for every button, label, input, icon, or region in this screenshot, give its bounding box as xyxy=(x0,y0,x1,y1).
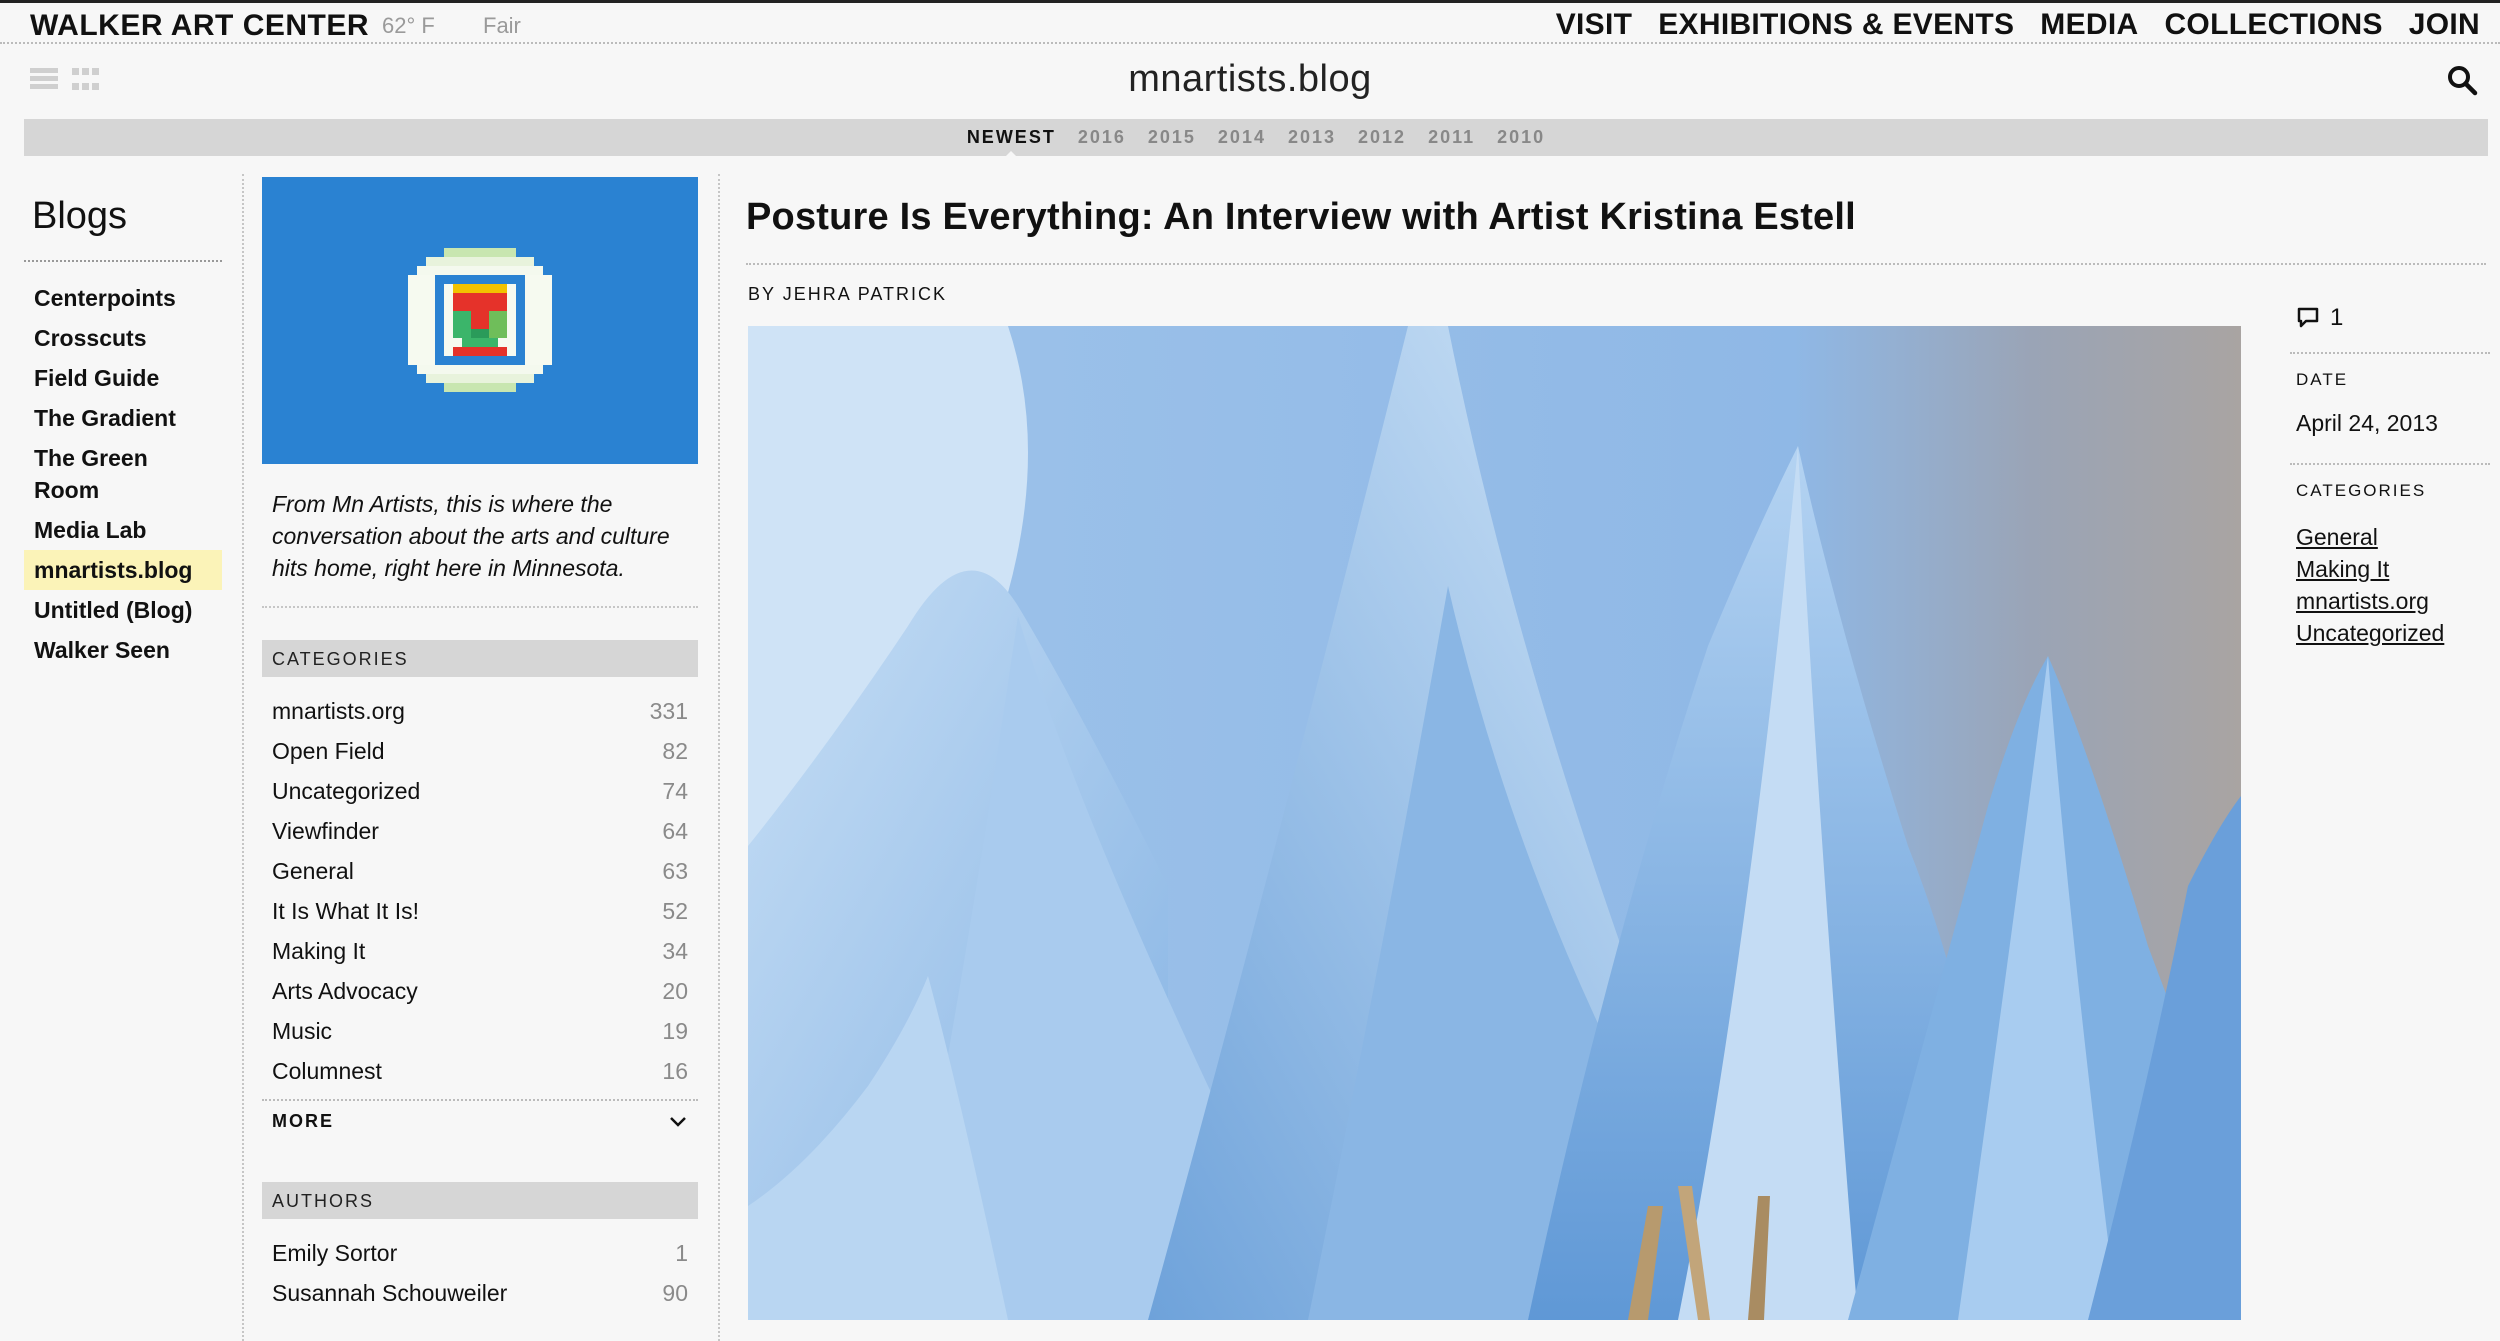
search-icon[interactable] xyxy=(2446,64,2478,96)
blogs-sidebar: Blogs Centerpoints Crosscuts Field Guide… xyxy=(24,195,222,670)
article-byline[interactable]: BY JEHRA PATRICK xyxy=(748,284,947,305)
blog-logo-banner xyxy=(262,177,698,464)
category-name: mnartists.org xyxy=(272,698,405,724)
comment-count: 1 xyxy=(2330,304,2344,331)
brand-logo[interactable]: WALKER ART CENTER xyxy=(30,9,369,43)
meta-category-link[interactable]: Making It xyxy=(2296,553,2484,585)
site-header: mnartists.blog xyxy=(0,46,2500,116)
blog-item-mnartists-blog[interactable]: mnartists.blog xyxy=(24,550,222,590)
category-item[interactable]: It Is What It Is! 52 xyxy=(262,891,698,931)
category-name: Columnest xyxy=(272,1058,382,1084)
year-tab-newest[interactable]: NEWEST xyxy=(967,127,1056,159)
column-divider xyxy=(242,174,244,1341)
nav-exhibitions-events[interactable]: EXHIBITIONS & EVENTS xyxy=(1658,8,2014,42)
category-item[interactable]: Viewfinder 64 xyxy=(262,811,698,851)
blog-item-centerpoints[interactable]: Centerpoints xyxy=(24,278,222,318)
author-item[interactable]: Susannah Schouweiler 90 xyxy=(262,1273,698,1313)
meta-category-link[interactable]: Uncategorized xyxy=(2296,617,2484,649)
weather-condition: Fair xyxy=(483,13,521,38)
blog-item-media-lab[interactable]: Media Lab xyxy=(24,510,222,550)
year-filter-bar: NEWEST 2016 2015 2014 2013 2012 2011 201… xyxy=(24,119,2488,159)
blog-item-the-green-room[interactable]: The Green Room xyxy=(24,438,222,510)
main-nav: VISIT EXHIBITIONS & EVENTS MEDIA COLLECT… xyxy=(1556,8,2480,42)
blogs-heading: Blogs xyxy=(24,195,222,262)
nav-join[interactable]: JOIN xyxy=(2409,8,2480,42)
blog-item-the-gradient[interactable]: The Gradient xyxy=(24,398,222,438)
year-tab-2016[interactable]: 2016 xyxy=(1078,127,1126,148)
pixel-badge-icon xyxy=(408,248,552,392)
year-tab-2010[interactable]: 2010 xyxy=(1497,127,1545,148)
author-count: 1 xyxy=(675,1240,688,1266)
author-item[interactable]: Emily Sortor 1 xyxy=(262,1233,698,1273)
article: Posture Is Everything: An Interview with… xyxy=(746,196,2486,1320)
category-item[interactable]: Making It 34 xyxy=(262,931,698,971)
author-name: Susannah Schouweiler xyxy=(272,1280,508,1306)
blog-item-field-guide[interactable]: Field Guide xyxy=(24,358,222,398)
category-item[interactable]: General 63 xyxy=(262,851,698,891)
column-divider xyxy=(718,174,720,1341)
year-tab-2014[interactable]: 2014 xyxy=(1218,127,1266,148)
category-name: General xyxy=(272,858,354,884)
blog-item-untitled-blog[interactable]: Untitled (Blog) xyxy=(24,590,222,630)
more-label: MORE xyxy=(272,1111,334,1131)
year-tab-2015[interactable]: 2015 xyxy=(1148,127,1196,148)
category-name: Uncategorized xyxy=(272,778,421,804)
meta-category-link[interactable]: General xyxy=(2296,521,2484,553)
blogs-list: Centerpoints Crosscuts Field Guide The G… xyxy=(24,278,222,670)
weather-temperature: 62° F xyxy=(382,13,435,38)
category-count: 74 xyxy=(662,778,688,804)
category-count: 34 xyxy=(662,938,688,964)
comments-link[interactable]: 1 xyxy=(2290,300,2490,354)
category-name: It Is What It Is! xyxy=(272,898,419,924)
publish-date: April 24, 2013 xyxy=(2290,390,2490,465)
category-item[interactable]: Arts Advocacy 20 xyxy=(262,971,698,1011)
year-tab-2011[interactable]: 2011 xyxy=(1428,127,1475,148)
nav-media[interactable]: MEDIA xyxy=(2040,8,2138,42)
category-count: 63 xyxy=(662,858,688,884)
category-count: 16 xyxy=(662,1058,688,1084)
more-categories-toggle[interactable]: MORE xyxy=(262,1099,698,1142)
meta-categories-list: General Making It mnartists.org Uncatego… xyxy=(2290,501,2490,669)
blog-tagline: From Mn Artists, this is where the conve… xyxy=(262,464,698,608)
category-count: 64 xyxy=(662,818,688,844)
nav-collections[interactable]: COLLECTIONS xyxy=(2164,8,2382,42)
category-count: 19 xyxy=(662,1018,688,1044)
category-name: Music xyxy=(272,1018,333,1044)
category-name: Viewfinder xyxy=(272,818,379,844)
category-count: 52 xyxy=(662,898,688,924)
blog-title[interactable]: mnartists.blog xyxy=(0,58,2500,101)
chevron-down-icon xyxy=(670,1116,686,1127)
blog-item-crosscuts[interactable]: Crosscuts xyxy=(24,318,222,358)
category-item[interactable]: Music 19 xyxy=(262,1011,698,1051)
authors-list: Emily Sortor 1 Susannah Schouweiler 90 xyxy=(262,1219,698,1313)
categories-list: mnartists.org 331 Open Field 82 Uncategori… xyxy=(262,677,698,1091)
meta-category-link[interactable]: mnartists.org xyxy=(2296,585,2484,617)
article-meta: 1 DATE April 24, 2013 CATEGORIES General… xyxy=(2290,300,2490,669)
comment-bubble-icon xyxy=(2297,307,2319,328)
date-label: DATE xyxy=(2296,370,2349,389)
category-count: 20 xyxy=(662,978,688,1004)
category-name: Arts Advocacy xyxy=(272,978,418,1004)
category-item[interactable]: Open Field 82 xyxy=(262,731,698,771)
category-item[interactable]: mnartists.org 331 xyxy=(262,691,698,731)
blog-item-walker-seen[interactable]: Walker Seen xyxy=(24,630,222,670)
meta-categories-label: CATEGORIES xyxy=(2296,481,2427,500)
authors-heading: AUTHORS xyxy=(262,1182,698,1219)
category-item[interactable]: Uncategorized 74 xyxy=(262,771,698,811)
article-title: Posture Is Everything: An Interview with… xyxy=(746,196,2486,265)
category-name: Making It xyxy=(272,938,366,964)
author-name: Emily Sortor xyxy=(272,1240,398,1266)
category-count: 331 xyxy=(649,698,688,724)
category-count: 82 xyxy=(662,738,688,764)
author-count: 90 xyxy=(662,1280,688,1306)
categories-heading: CATEGORIES xyxy=(262,640,698,677)
article-hero-image xyxy=(748,326,2241,1320)
nav-visit[interactable]: VISIT xyxy=(1556,8,1633,42)
category-item[interactable]: Columnest 16 xyxy=(262,1051,698,1091)
top-bar: WALKER ART CENTER 62° F Fair VISIT EXHIB… xyxy=(0,0,2500,44)
category-name: Open Field xyxy=(272,738,385,764)
year-tab-2012[interactable]: 2012 xyxy=(1358,127,1406,148)
year-tab-2013[interactable]: 2013 xyxy=(1288,127,1336,148)
blog-info-column: From Mn Artists, this is where the conve… xyxy=(262,177,698,1313)
